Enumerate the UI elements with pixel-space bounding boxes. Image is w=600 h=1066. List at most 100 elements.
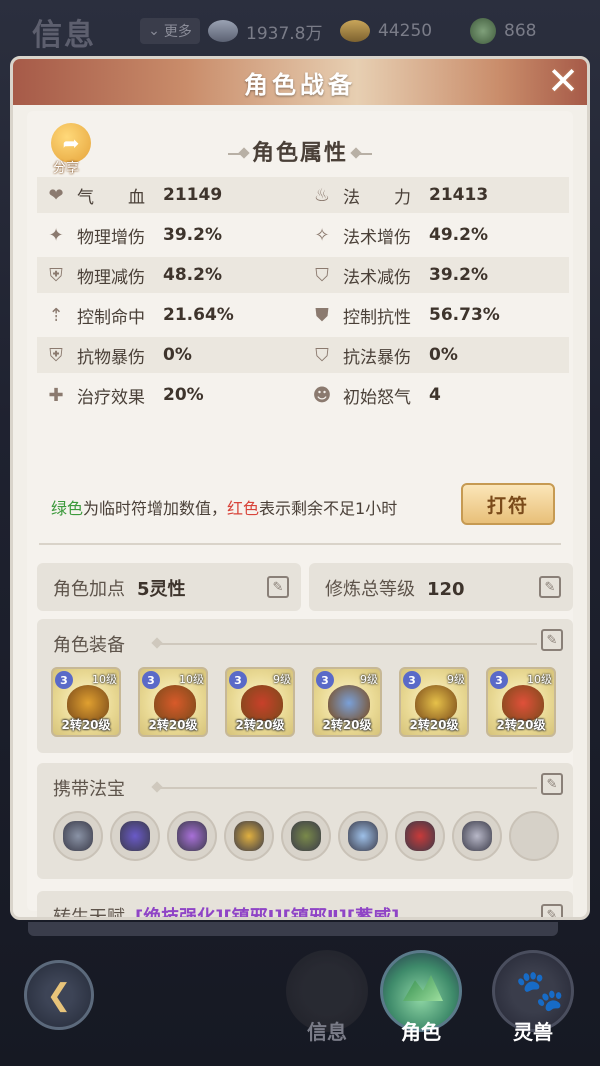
note-part1: 为临时符增加数值， — [83, 499, 228, 518]
note-red: 红色 — [227, 499, 260, 518]
equipment-rank: 2转20级 — [409, 718, 459, 732]
cultivation-value: 120 — [427, 579, 465, 600]
attr-row: ❤ 气 血 21149 ♨ 法 力 21413 — [37, 177, 569, 213]
nav-character-label: 角色 — [401, 1020, 441, 1044]
attr-row: ✚ 治疗效果 20% ☻ 初始怒气 4 — [37, 377, 569, 413]
equipment-slot[interactable]: 3 10级 2转20级 — [138, 667, 208, 737]
edit-icon[interactable]: ✎ — [541, 904, 563, 917]
equipment-slot[interactable]: 3 10级 2转20级 — [486, 667, 556, 737]
edit-icon[interactable]: ✎ — [541, 773, 563, 795]
nav-info-label: 信息 — [307, 1020, 347, 1044]
treasure-icon — [405, 821, 435, 851]
divider — [39, 543, 561, 545]
top-bar: 信息 ⌄ 更多 1937.8万 44250 868 — [0, 0, 600, 58]
star-badge: 3 — [490, 671, 508, 689]
treasure-slot[interactable] — [338, 811, 388, 861]
treasure-icon — [120, 821, 150, 851]
edit-icon[interactable]: ✎ — [267, 576, 289, 598]
equipment-rank: 2转20级 — [235, 718, 285, 732]
control-hit-icon: ⇡ — [48, 304, 64, 326]
treasure-icon — [63, 821, 93, 851]
gold-ingot-icon — [340, 20, 370, 42]
equipment-slot[interactable]: 3 10级 2转20级 — [51, 667, 121, 737]
equipment-rank: 2转20级 — [148, 718, 198, 732]
temp-talisman-note: 绿色为临时符增加数值，红色表示剩余不足1小时 — [51, 495, 397, 519]
star-badge: 3 — [229, 671, 247, 689]
attr-mp: ♨ 法 力 21413 — [303, 183, 569, 208]
attr-magic-reduce: ⛉ 法术减伤 39.2% — [303, 263, 569, 288]
equipment-slot[interactable]: 3 9级 2转20级 — [312, 667, 382, 737]
title-line-deco — [157, 787, 537, 789]
equipment-rank: 2转20级 — [61, 718, 111, 732]
treasure-icon — [234, 821, 264, 851]
treasure-icon — [291, 821, 321, 851]
panel-bottom-strip — [28, 922, 558, 936]
attr-row: ⛨ 抗物暴伤 0% ⛉ 抗法暴伤 0% — [37, 337, 569, 373]
attr-row: ✦ 物理增伤 39.2% ✧ 法术增伤 49.2% — [37, 217, 569, 253]
attr-title-text: 角色属性 — [251, 141, 348, 166]
attr-section-title: 角色属性 — [27, 135, 573, 167]
cultivation-card[interactable]: 修炼总等级 120 ✎ — [309, 563, 573, 611]
points-value: 5灵性 — [137, 579, 186, 600]
back-arrow-icon: ❮ — [46, 977, 72, 1013]
top-title: 信息 — [32, 18, 96, 53]
treasure-icon — [348, 821, 378, 851]
silver-value: 1937.8万 — [246, 23, 323, 44]
magic-shield-icon: ⛉ — [315, 264, 329, 286]
treasure-icon — [177, 821, 207, 851]
attribute-points-card[interactable]: 角色加点 5灵性 ✎ — [37, 563, 301, 611]
treasure-slot[interactable] — [281, 811, 331, 861]
rebirth-talent-card[interactable]: 转生天赋 [绝技强化][镇邪Ⅰ][镇邪Ⅱ][蓄威] ✎ — [37, 891, 573, 920]
treasure-card: 携带法宝 ✎ — [37, 763, 573, 879]
physical-shield-icon: ⛨ — [49, 264, 63, 286]
attr-row: ⛨ 物理减伤 48.2% ⛉ 法术减伤 39.2% — [37, 257, 569, 293]
attr-hp: ❤ 气 血 21149 — [37, 183, 303, 208]
treasure-slot[interactable] — [224, 811, 274, 861]
treasure-slot[interactable] — [167, 811, 217, 861]
attr-heal: ✚ 治疗效果 20% — [37, 383, 303, 408]
nav-pet-label: 灵兽 — [513, 1020, 553, 1044]
points-label: 角色加点 — [53, 579, 125, 600]
equipment-rank: 2转20级 — [322, 718, 372, 732]
apply-talisman-button[interactable]: 打符 — [461, 483, 555, 525]
star-badge: 3 — [403, 671, 421, 689]
star-badge: 3 — [55, 671, 73, 689]
gold-value: 44250 — [378, 21, 433, 41]
jade-coin-icon — [470, 18, 496, 44]
attr-physical-reduce: ⛨ 物理减伤 48.2% — [37, 263, 303, 288]
treasure-slot[interactable] — [509, 811, 559, 861]
close-button[interactable]: ✕ — [543, 61, 583, 101]
more-label: 更多 — [163, 24, 192, 40]
equipment-level: 10级 — [527, 673, 552, 686]
equipment-level: 9级 — [273, 673, 291, 686]
more-button[interactable]: ⌄ 更多 — [140, 18, 200, 44]
edit-icon[interactable]: ✎ — [539, 576, 561, 598]
cultivation-label: 修炼总等级 — [325, 579, 415, 600]
treasure-slot[interactable] — [53, 811, 103, 861]
attr-physical-crit-resist: ⛨ 抗物暴伤 0% — [37, 343, 303, 368]
gold-currency: 44250 — [340, 14, 432, 48]
attr-magic-boost: ✧ 法术增伤 49.2% — [303, 223, 569, 248]
star-badge: 3 — [316, 671, 334, 689]
equipment-title: 角色装备 — [53, 635, 125, 656]
talent-value: [绝技强化][镇邪Ⅰ][镇邪Ⅱ][蓄威] — [135, 907, 400, 920]
attr-control-hit: ⇡ 控制命中 21.64% — [37, 303, 303, 328]
silver-currency: 1937.8万 — [208, 14, 322, 48]
back-button[interactable]: ❮ — [24, 960, 94, 1030]
attr-magic-crit-resist: ⛉ 抗法暴伤 0% — [303, 343, 569, 368]
right-diamond-deco — [358, 153, 372, 155]
heart-icon: ❤ — [48, 184, 64, 206]
edit-icon[interactable]: ✎ — [541, 629, 563, 651]
magic-boost-icon: ✧ — [314, 224, 330, 246]
treasure-slot[interactable] — [452, 811, 502, 861]
equipment-slot[interactable]: 3 9级 2转20级 — [225, 667, 295, 737]
equipment-level: 9级 — [360, 673, 378, 686]
magic-crit-resist-icon: ⛉ — [315, 344, 329, 366]
treasure-slot[interactable] — [110, 811, 160, 861]
treasure-slot[interactable] — [395, 811, 445, 861]
equipment-level: 10级 — [92, 673, 117, 686]
rage-face-icon: ☻ — [312, 384, 332, 406]
treasure-title: 携带法宝 — [53, 779, 125, 800]
equipment-slot[interactable]: 3 9级 2转20级 — [399, 667, 469, 737]
jade-currency: 868 — [470, 14, 536, 48]
